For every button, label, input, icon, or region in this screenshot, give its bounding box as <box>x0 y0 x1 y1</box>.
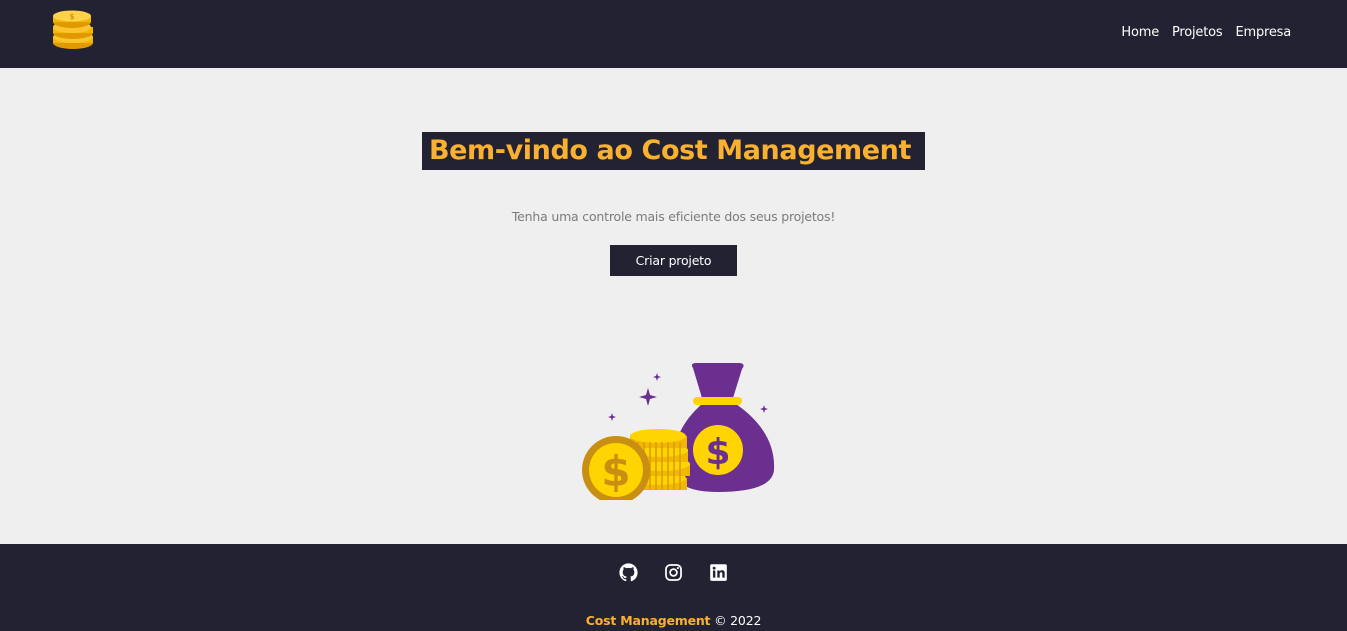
navbar: $ Home Projetos Empresa <box>0 0 1347 68</box>
footer-brand: Cost Management <box>585 613 711 628</box>
hero-section: Bem-vindo ao Cost Management Tenha uma c… <box>0 68 1347 544</box>
coins-stack-icon[interactable]: $ <box>50 10 96 52</box>
button-wrapper: Criar projeto <box>0 245 1347 276</box>
svg-text:$: $ <box>601 447 630 496</box>
money-bag-and-coins-illustration: $ $ <box>582 363 775 500</box>
instagram-icon[interactable] <box>664 563 683 582</box>
linkedin-icon[interactable] <box>709 563 728 582</box>
footer: Cost Management © 2022 <box>0 544 1347 631</box>
create-project-button[interactable]: Criar projeto <box>610 245 737 276</box>
social-links <box>0 563 1347 582</box>
svg-text:$: $ <box>705 432 730 473</box>
svg-text:$: $ <box>69 12 74 21</box>
copyright-text: © 2022 <box>714 613 762 628</box>
title-prefix: Bem-vindo ao <box>428 135 642 166</box>
title-brand: Cost Management <box>641 135 912 166</box>
nav-link-home[interactable]: Home <box>1121 25 1159 40</box>
nav-link-empresa[interactable]: Empresa <box>1235 25 1291 40</box>
nav-links: Home Projetos Empresa <box>1121 25 1291 40</box>
github-icon[interactable] <box>619 563 638 582</box>
nav-link-projetos[interactable]: Projetos <box>1172 25 1223 40</box>
page-title: Bem-vindo ao Cost Management <box>421 132 926 170</box>
hero-subtitle: Tenha uma controle mais eficiente dos se… <box>511 209 836 224</box>
copyright: Cost Management © 2022 <box>0 613 1347 628</box>
title-wrapper: Bem-vindo ao Cost Management <box>0 132 1347 170</box>
